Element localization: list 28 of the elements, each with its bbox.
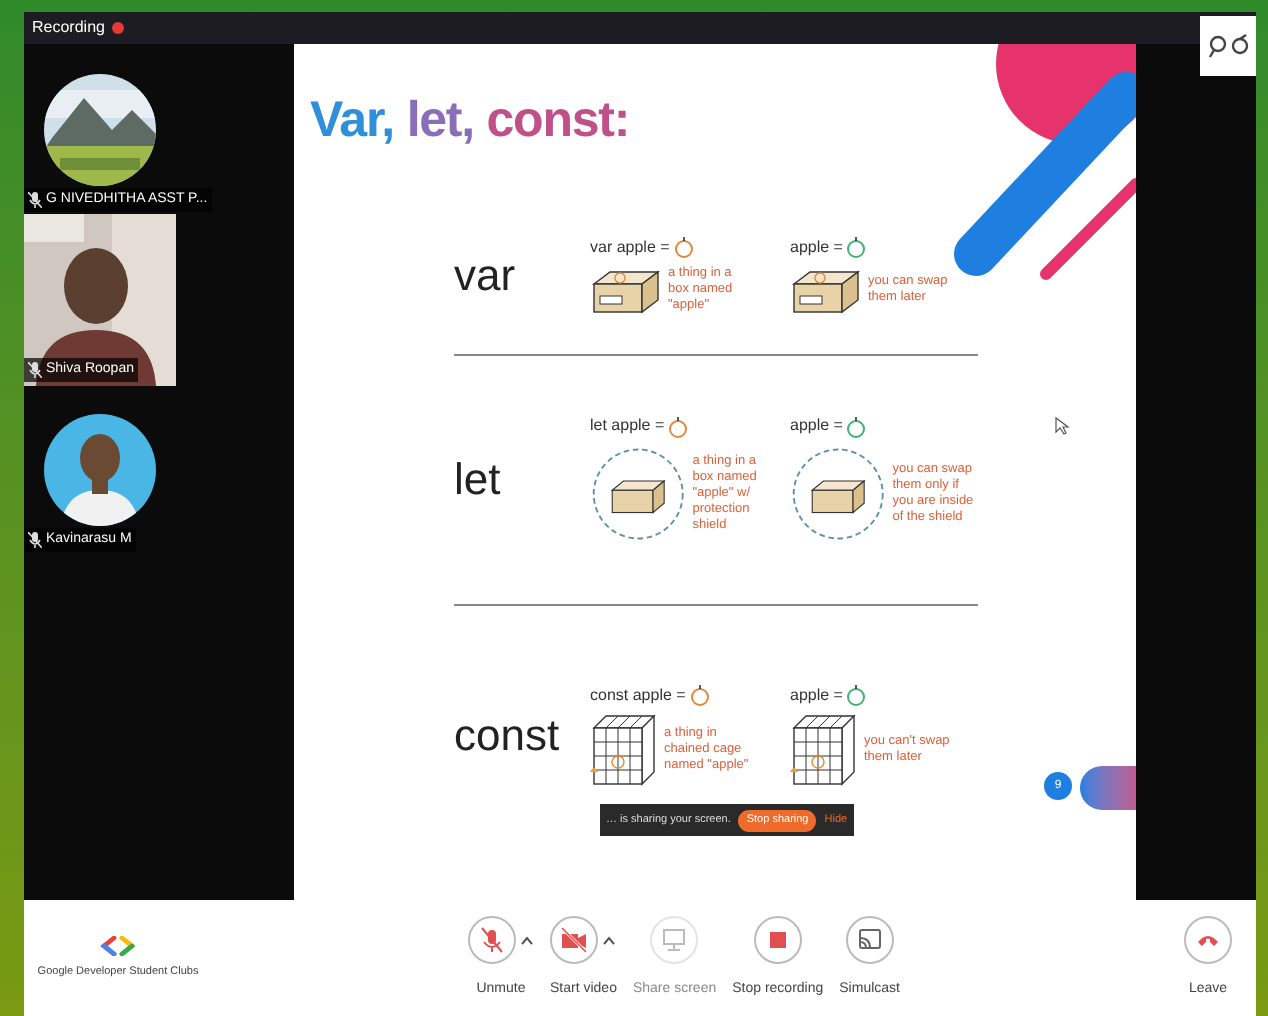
code-label: apple = [790,414,843,438]
keyword-label: const [454,707,562,763]
code-label: apple = [790,683,843,707]
cage-drawing [590,711,658,787]
ring-icon [1229,34,1249,58]
video-button[interactable] [550,915,599,964]
record-button[interactable] [753,915,802,964]
keyword-label: let [454,452,503,508]
monitor-icon [660,925,689,954]
cast-icon [855,925,884,954]
brand-logo-icon [100,935,136,956]
leave-button[interactable] [1184,915,1232,964]
cursor-icon [1054,416,1070,436]
code-label: apple = [790,235,843,259]
code-label: const apple = [590,683,686,707]
search-icon [1207,34,1227,58]
mic-off-icon [478,925,506,954]
decorative-pill [1080,766,1136,810]
slide-title: Var, let, const: [310,90,630,152]
code-label: let apple = [590,414,665,438]
cast-button[interactable] [845,915,894,964]
code-label: var apple = [590,235,670,259]
keyword-label: var [454,247,518,303]
mic-button[interactable] [468,915,516,964]
cage-drawing [790,711,858,787]
recording-label: Recording [32,16,105,40]
view-controls[interactable] [1200,16,1256,76]
camera-off-icon [560,925,589,954]
